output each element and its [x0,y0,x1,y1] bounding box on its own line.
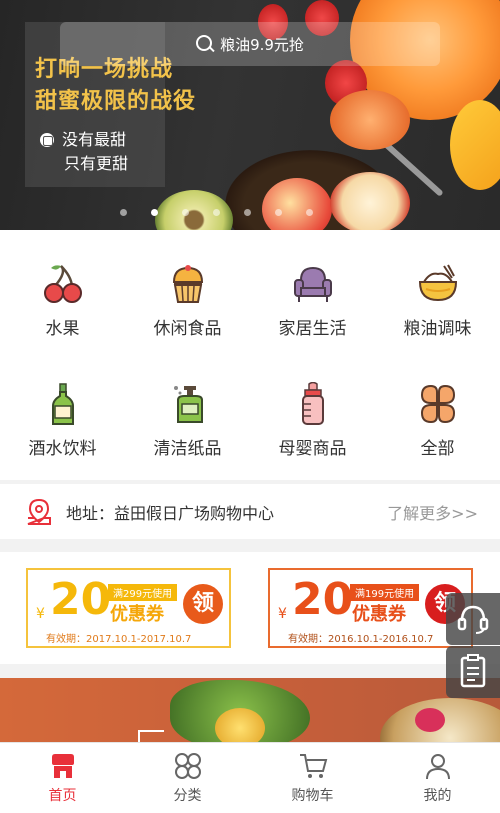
search-icon [196,35,214,53]
category-cleaning[interactable]: 清洁纸品 [125,350,250,470]
cart-icon [298,751,328,781]
baby-bottle-icon [291,381,335,426]
carousel-dot[interactable] [275,209,282,216]
coupon-amount: 20 [292,574,354,625]
nav-item-cart[interactable]: 购物车 [250,743,375,813]
carousel-dot[interactable] [213,209,220,216]
category-label: 家居生活 [278,319,347,339]
category-grid: 水果 休闲食品 家居生活 粮油调味 酒水饮料 清洁纸品 母婴商品 全部 [0,230,500,480]
carousel-dot[interactable] [244,209,251,216]
carousel-dot-active[interactable] [151,209,158,216]
nav-label: 分类 [173,788,202,804]
promo-title-line2: 甜蜜极限的战役 [35,89,197,114]
cupcake-icon [166,262,210,306]
coupon-name: 优惠券 [352,604,406,625]
promo-subtitle: 没有最甜 只有更甜 [40,128,128,176]
user-icon [423,751,453,781]
coupon-date: 有效期：2016.10.1-2016.10.7 [288,634,434,645]
nav-item-profile[interactable]: 我的 [375,743,500,813]
promo-bullet-icon [40,133,54,147]
category-all[interactable]: 全部 [375,350,500,470]
category-label: 酒水饮料 [28,439,97,459]
hero-banner[interactable]: 打响一场挑战 甜蜜极限的战役 没有最甜 只有更甜 粮油9.9元抢 [0,0,500,230]
promo-sub-line1: 没有最甜 [62,130,127,149]
coupon-currency: ¥ [36,606,45,622]
category-snacks[interactable]: 休闲食品 [125,230,250,350]
learn-more-link[interactable]: 了解更多>> [387,500,478,524]
coupon-date: 有效期：2017.10.1-2017.10.7 [46,634,192,645]
nav-label: 我的 [423,788,452,804]
nav-label: 首页 [48,788,77,804]
bottle-icon [41,382,85,426]
coupon-condition: 满299元使用 [108,584,178,601]
carousel-dot[interactable] [120,209,127,216]
category-grid-icon [173,751,203,781]
search-bar[interactable]: 粮油9.9元抢 [60,22,440,66]
carousel-dot[interactable] [306,209,313,216]
soap-dispenser-icon [166,382,210,426]
nav-item-category[interactable]: 分类 [125,743,250,813]
apple-half-image [330,172,410,230]
clipboard-icon [460,654,486,688]
coupon-name: 优惠券 [110,604,164,625]
coupon-currency: ¥ [278,606,287,622]
coupon-card[interactable]: ¥ 20 满299元使用 优惠券 有效期：2017.10.1-2017.10.7… [26,568,231,648]
flower-image [415,708,445,732]
category-label: 母婴商品 [278,439,347,459]
map-pin-icon [26,498,52,526]
address-bar[interactable]: 地址：益田假日广场购物中心 了解更多>> [0,484,500,539]
category-fruit[interactable]: 水果 [0,230,125,350]
address-text: 地址：益田假日广场购物中心 [66,503,275,523]
category-label: 全部 [420,439,455,459]
category-label: 休闲食品 [153,319,222,339]
category-baby[interactable]: 母婴商品 [250,350,375,470]
mango-image [450,100,500,190]
rice-bowl-icon [416,262,460,306]
customer-service-button[interactable] [446,593,500,645]
category-label: 粮油调味 [403,319,472,339]
coupon-card[interactable]: ¥ 20 满199元使用 优惠券 有效期：2016.10.1-2016.10.7… [268,568,473,648]
headset-icon [457,605,489,634]
search-placeholder: 粮油9.9元抢 [220,35,304,54]
coupon-section: ¥ 20 满299元使用 优惠券 有效期：2017.10.1-2017.10.7… [0,552,500,664]
category-label: 水果 [45,319,80,339]
orange-image [330,90,410,150]
bottom-nav: 首页 分类 购物车 我的 [0,742,500,813]
nav-item-home[interactable]: 首页 [0,743,125,813]
nav-label: 购物车 [291,788,334,804]
coupon-condition: 满199元使用 [350,584,420,601]
store-icon [48,751,78,781]
armchair-icon [291,262,335,306]
coupon-amount: 20 [50,574,112,625]
claim-coupon-button[interactable]: 领 [183,584,223,624]
cherry-icon [41,262,85,306]
category-grain-oil[interactable]: 粮油调味 [375,230,500,350]
grid-icon [416,382,460,426]
category-label: 清洁纸品 [153,439,222,459]
carousel-dots[interactable] [120,209,313,216]
order-list-button[interactable] [446,646,500,698]
category-home[interactable]: 家居生活 [250,230,375,350]
category-drinks[interactable]: 酒水饮料 [0,350,125,470]
promo-sub-line2: 只有更甜 [64,154,129,173]
carousel-dot[interactable] [182,209,189,216]
